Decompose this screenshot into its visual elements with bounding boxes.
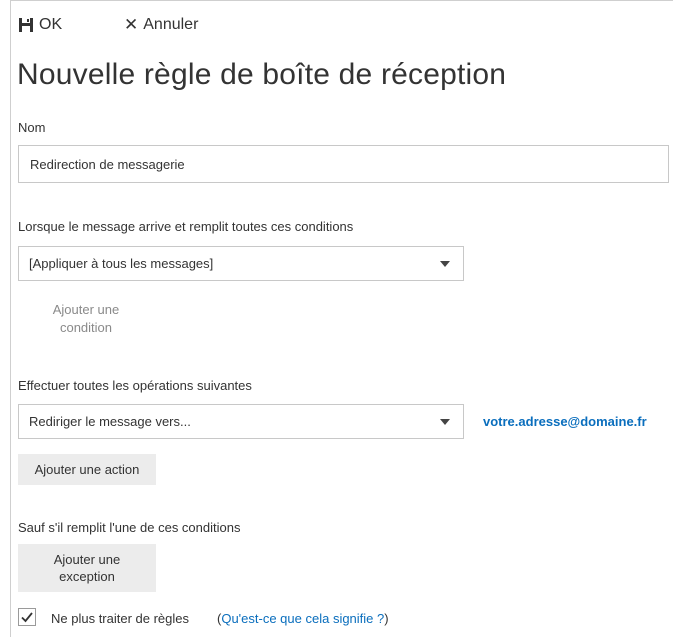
conditions-label: Lorsque le message arrive et remplit tou… xyxy=(18,219,354,234)
help-text: (Qu'est-ce que cela signifie ?) xyxy=(217,611,389,626)
chevron-down-icon xyxy=(440,418,450,425)
recipient-address-link[interactable]: votre.adresse@domaine.fr xyxy=(483,414,647,429)
action-select-value: Rediriger le message vers... xyxy=(29,414,191,429)
ok-label: OK xyxy=(39,16,63,33)
add-exception-button[interactable]: Ajouter une exception xyxy=(18,544,156,592)
condition-select[interactable]: [Appliquer à tous les messages] xyxy=(18,246,464,281)
name-label: Nom xyxy=(18,120,46,135)
stop-rules-label: Ne plus traiter de règles xyxy=(51,611,190,626)
close-icon: ✕ xyxy=(124,15,139,34)
exceptions-label: Sauf s'il remplit l'une de ces condition… xyxy=(18,520,241,535)
page-title: Nouvelle règle de boîte de réception xyxy=(17,58,507,91)
action-select[interactable]: Rediriger le message vers... xyxy=(18,404,464,439)
chevron-down-icon xyxy=(440,260,450,267)
rule-name-input[interactable] xyxy=(18,145,669,183)
cancel-button[interactable]: ✕ Annuler xyxy=(124,16,198,34)
add-exception-label: Ajouter une exception xyxy=(53,552,121,584)
actions-label: Effectuer toutes les opérations suivante… xyxy=(18,378,252,393)
add-condition-button[interactable]: Ajouter une condition xyxy=(27,301,145,337)
checkmark-icon xyxy=(21,612,33,623)
condition-select-value: [Appliquer à tous les messages] xyxy=(29,256,214,271)
save-icon xyxy=(18,17,34,33)
stop-rules-checkbox[interactable] xyxy=(18,608,36,626)
ok-button[interactable]: OK xyxy=(18,16,62,34)
help-close-paren: ) xyxy=(384,611,389,626)
help-link[interactable]: Qu'est-ce que cela signifie ? xyxy=(221,611,384,626)
cancel-label: Annuler xyxy=(143,16,199,33)
add-action-button[interactable]: Ajouter une action xyxy=(18,454,156,485)
